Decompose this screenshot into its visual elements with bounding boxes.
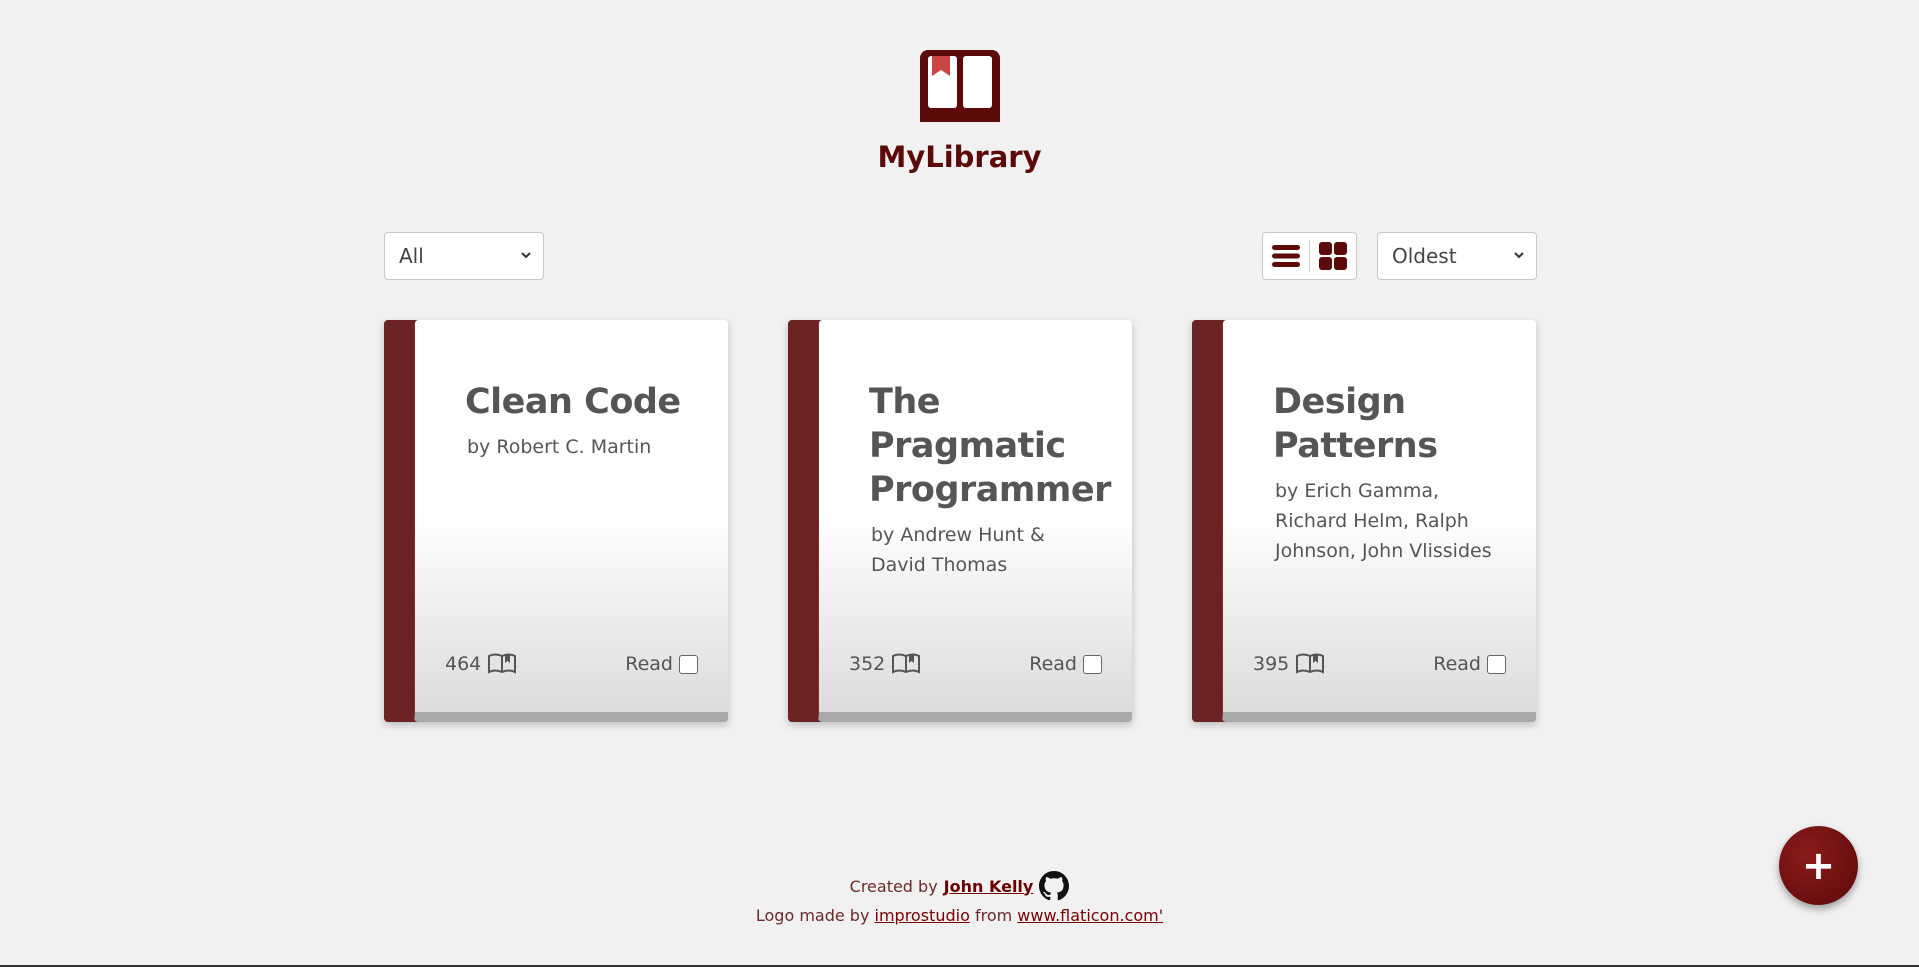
book-cover: Design Patterns by Erich Gamma, Richard … [1222,320,1536,722]
filter-select[interactable]: All [384,232,544,280]
book-grid: Clean Code by Robert C. Martin 464 Read [384,320,1537,722]
page-count: 352 [849,653,921,675]
view-toggle [1262,232,1357,280]
book-title: Clean Code [465,382,681,422]
list-view-icon [1272,245,1300,267]
logo-made-by-text: Logo made by [755,906,870,925]
read-label: Read [625,653,673,675]
book-card: The Pragmatic Programmer by Andrew Hunt … [788,320,1132,722]
created-by-text: Created by [849,876,938,896]
read-toggle[interactable]: Read [1433,653,1506,675]
read-label: Read [1029,653,1077,675]
book-author: by Erich Gamma, Richard Helm, Ralph John… [1275,480,1492,562]
filter-select-value: All [399,244,424,268]
open-book-logo-icon [919,50,1000,122]
plus-icon: + [1801,842,1836,889]
logo-author-link[interactable]: improstudio [875,906,970,925]
author-link[interactable]: John Kelly [944,877,1034,896]
open-book-icon [1296,653,1325,674]
sort-select-value: Oldest [1392,244,1457,268]
page-count-value: 464 [445,653,482,675]
page-footer: Created by John Kelly Logo made by impro… [0,870,1919,930]
book-cover: Clean Code by Robert C. Martin 464 Read [414,320,728,722]
book-author: by Robert C. Martin [467,436,652,458]
open-book-icon [488,653,517,674]
page-count-value: 352 [849,653,886,675]
page-count: 464 [445,653,517,675]
read-checkbox[interactable] [679,654,698,674]
book-title: The Pragmatic Programmer [869,382,1111,510]
sort-select[interactable]: Oldest [1377,232,1537,280]
book-spine [788,320,822,722]
grid-view-button[interactable] [1310,233,1356,279]
open-book-icon [892,653,921,674]
toolbar: All Oldest [384,232,1537,280]
book-card-footer: 464 Read [445,649,698,679]
logo-credit-line: Logo made by improstudio from www.flatic… [756,906,1163,930]
credit-line: Created by John Kelly [850,870,1070,902]
book-card: Clean Code by Robert C. Martin 464 Read [384,320,728,722]
list-view-button[interactable] [1263,233,1309,279]
app-title: MyLibrary [877,140,1042,174]
chevron-down-icon [521,252,531,259]
read-checkbox[interactable] [1487,654,1506,674]
read-toggle[interactable]: Read [1029,653,1102,675]
page-count: 395 [1253,653,1325,675]
page-count-value: 395 [1253,653,1290,675]
grid-view-icon [1319,242,1347,270]
from-text: from [974,906,1013,925]
flaticon-link[interactable]: www.flaticon.com' [1017,906,1163,925]
app-header: MyLibrary [0,50,1919,174]
book-cover: The Pragmatic Programmer by Andrew Hunt … [818,320,1132,722]
read-checkbox[interactable] [1083,654,1102,674]
read-label: Read [1433,653,1481,675]
book-author: by Andrew Hunt & David Thomas [871,524,1045,576]
book-card: Design Patterns by Erich Gamma, Richard … [1192,320,1536,722]
book-spine [384,320,418,722]
book-card-footer: 395 Read [1253,649,1506,679]
read-toggle[interactable]: Read [625,653,698,675]
chevron-down-icon [1514,252,1524,259]
book-title: Design Patterns [1273,382,1438,466]
book-card-footer: 352 Read [849,649,1102,679]
github-icon[interactable] [1039,871,1070,901]
add-book-button[interactable]: + [1779,826,1858,905]
book-spine [1192,320,1226,722]
